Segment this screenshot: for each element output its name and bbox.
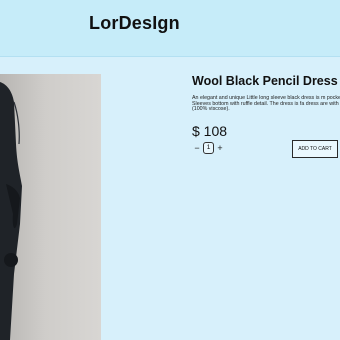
product-title: Wool Black Pencil Dress d	[192, 74, 340, 88]
decrease-quantity-button[interactable]: −	[192, 142, 202, 154]
product-description: An elegant and unique Little long sleeve…	[192, 95, 340, 113]
brand-logo[interactable]: LorDesIgn	[89, 13, 180, 34]
product-price: $ 108	[192, 123, 228, 139]
quantity-value[interactable]: 1	[203, 142, 214, 154]
site-header: LorDesIgn	[0, 0, 340, 57]
product-image	[0, 74, 101, 340]
quantity-stepper: − 1 +	[192, 142, 225, 154]
model-black-dress-photo	[0, 82, 22, 340]
add-to-cart-button[interactable]: ADD TO CART	[292, 140, 338, 158]
increase-quantity-button[interactable]: +	[215, 142, 225, 154]
